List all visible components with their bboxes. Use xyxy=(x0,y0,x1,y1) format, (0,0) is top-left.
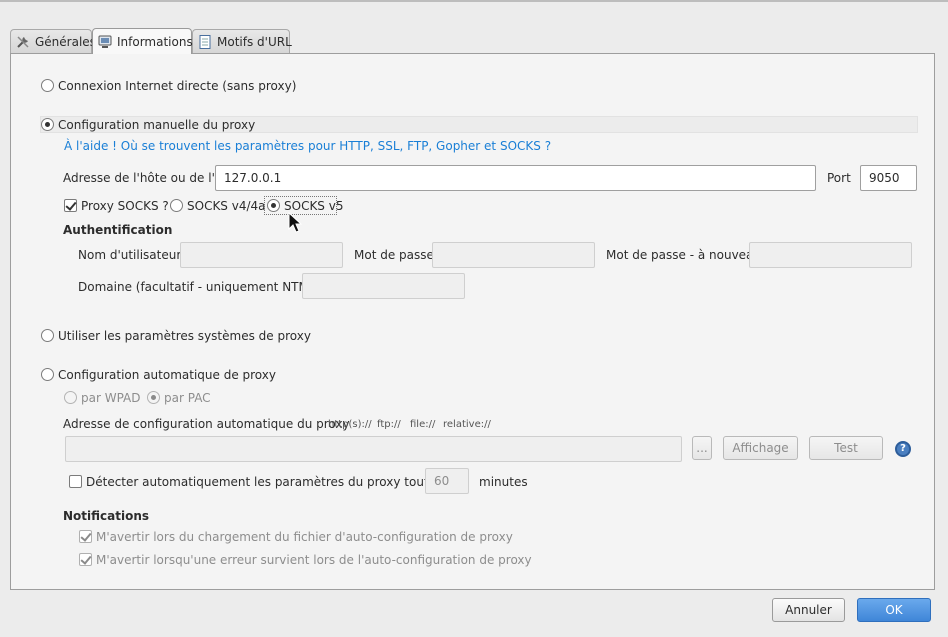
manual-proxy-label[interactable]: Configuration manuelle du proxy xyxy=(58,118,255,132)
notify-error-checkbox[interactable] xyxy=(79,553,92,566)
view-button[interactable]: Affichage xyxy=(723,436,798,460)
socks-v4-radio[interactable] xyxy=(170,199,183,212)
domain-input[interactable] xyxy=(302,273,465,299)
wpad-label[interactable]: par WPAD xyxy=(81,391,141,405)
password-again-label: Mot de passe - à nouveau xyxy=(606,248,762,262)
detect-label[interactable]: Détecter automatiquement les paramètres … xyxy=(86,475,463,489)
auto-proxy-label[interactable]: Configuration automatique de proxy xyxy=(58,368,276,382)
socks-v5-label[interactable]: SOCKS v5 xyxy=(284,199,343,213)
port-label: Port xyxy=(827,171,851,185)
password-label: Mot de passe xyxy=(354,248,434,262)
socks-v4-label[interactable]: SOCKS v4/4a xyxy=(187,199,266,213)
username-input[interactable] xyxy=(180,242,343,268)
domain-label: Domaine (facultatif - uniquement NTML) xyxy=(78,280,321,294)
port-input[interactable]: 9050 xyxy=(860,165,917,191)
pac-address-label: Adresse de configuration automatique du … xyxy=(63,417,350,431)
scheme-relative: relative:// xyxy=(443,419,491,430)
host-label: Adresse de l'hôte ou de l'IP xyxy=(63,171,226,185)
password-input[interactable] xyxy=(432,242,595,268)
wpad-radio[interactable] xyxy=(64,391,77,404)
system-proxy-radio[interactable] xyxy=(41,329,54,342)
scheme-http: http(s):// xyxy=(328,419,372,430)
username-label: Nom d'utilisateur xyxy=(78,248,182,262)
scheme-file: file:// xyxy=(410,419,436,430)
notifications-title: Notifications xyxy=(63,509,150,523)
scheme-ftp: ftp:// xyxy=(377,419,401,430)
socks-v5-radio[interactable] xyxy=(267,199,280,212)
test-button[interactable]: Test xyxy=(809,436,883,460)
help-icon[interactable]: ? xyxy=(895,441,911,457)
socks-proxy-label[interactable]: Proxy SOCKS ? xyxy=(81,199,169,213)
detect-checkbox[interactable] xyxy=(69,475,82,488)
host-input[interactable]: 127.0.0.1 xyxy=(215,165,816,191)
password-again-input[interactable] xyxy=(749,242,912,268)
ok-button[interactable]: OK xyxy=(857,598,931,622)
minutes-label: minutes xyxy=(479,475,528,489)
socks-proxy-checkbox[interactable] xyxy=(64,199,77,212)
help-link[interactable]: À l'aide ! Où se trouvent les paramètres… xyxy=(64,139,551,153)
browse-button[interactable]: ... xyxy=(692,436,712,460)
pac-radio[interactable] xyxy=(147,391,160,404)
pac-label[interactable]: par PAC xyxy=(164,391,211,405)
notify-load-checkbox[interactable] xyxy=(79,530,92,543)
manual-proxy-radio[interactable] xyxy=(41,118,54,131)
mouse-cursor-icon xyxy=(288,212,302,233)
notify-load-label[interactable]: M'avertir lors du chargement du fichier … xyxy=(96,530,513,544)
auto-proxy-radio[interactable] xyxy=(41,368,54,381)
minutes-input[interactable]: 60 xyxy=(425,468,469,494)
direct-connection-radio[interactable] xyxy=(41,79,54,92)
pac-url-input[interactable] xyxy=(65,436,682,462)
auth-title: Authentification xyxy=(63,223,173,237)
system-proxy-label[interactable]: Utiliser les paramètres systèmes de prox… xyxy=(58,329,311,343)
notify-error-label[interactable]: M'avertir lorsqu'une erreur survient lor… xyxy=(96,553,532,567)
cancel-button[interactable]: Annuler xyxy=(772,598,845,622)
direct-connection-label[interactable]: Connexion Internet directe (sans proxy) xyxy=(58,79,296,93)
